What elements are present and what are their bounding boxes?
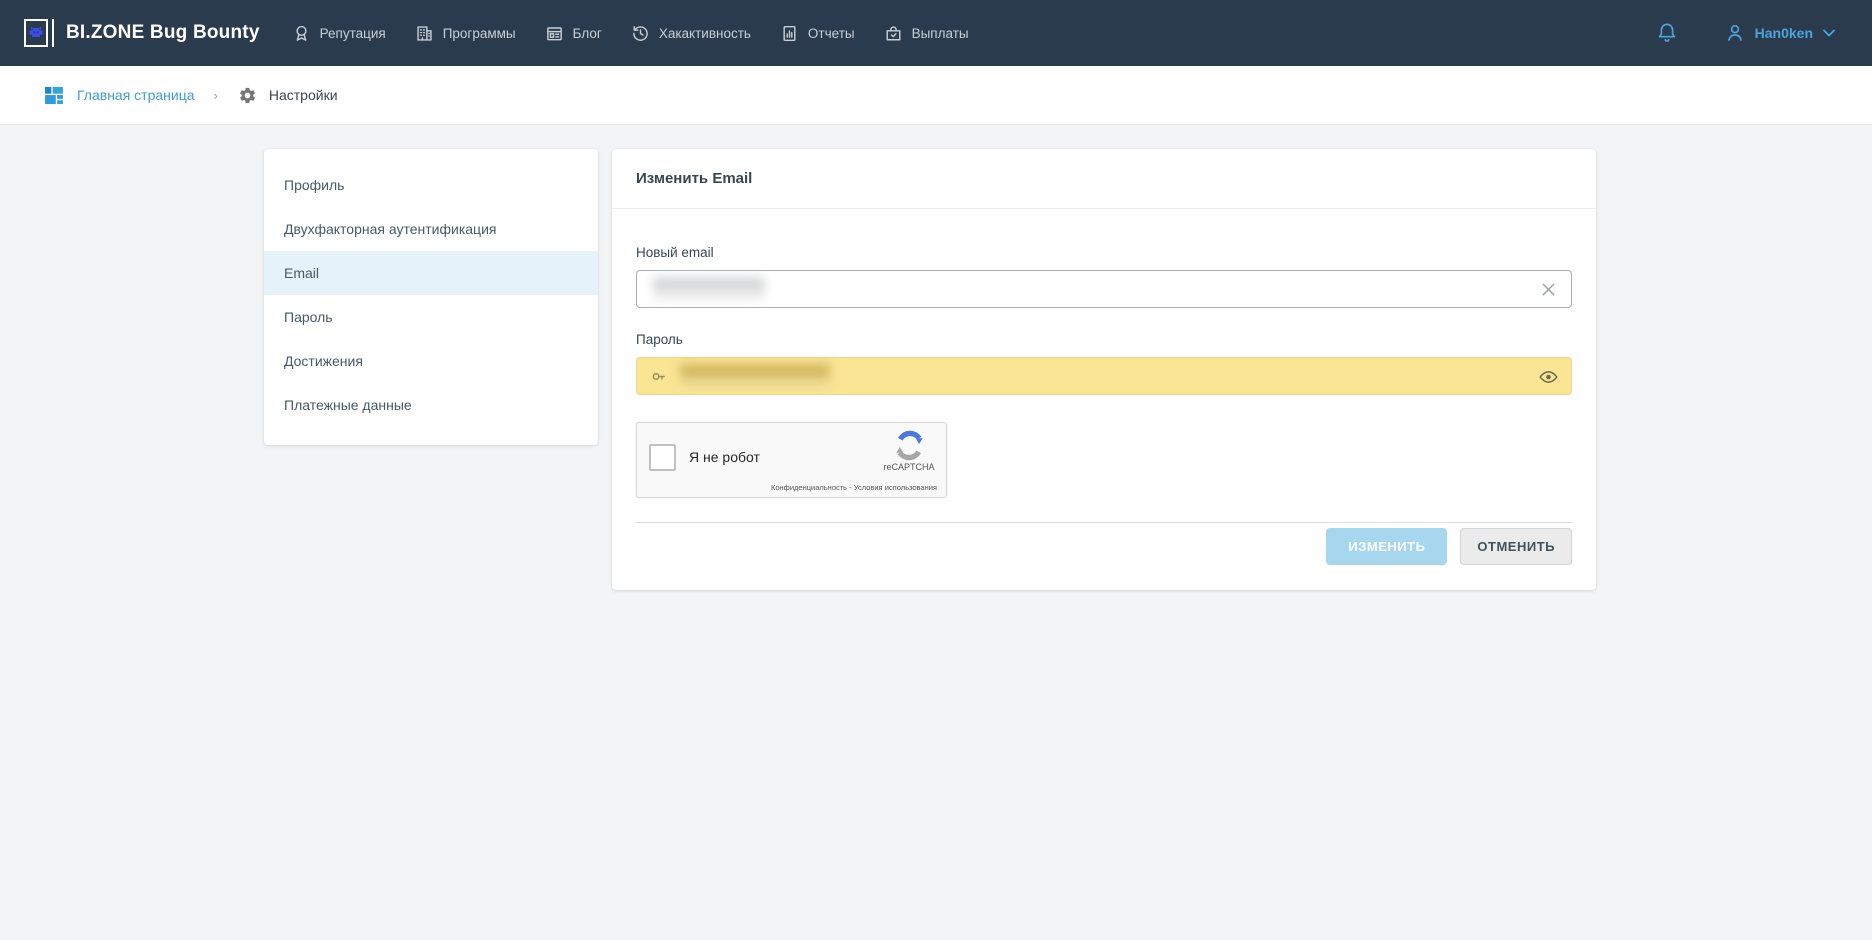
- recaptcha-label: Я не робот: [689, 449, 760, 465]
- user-menu[interactable]: Han0ken: [1724, 22, 1836, 44]
- email-label: Новый email: [636, 245, 1572, 260]
- chevron-down-icon: [1822, 28, 1836, 38]
- cancel-button[interactable]: ОТМЕНИТЬ: [1460, 528, 1572, 565]
- breadcrumb-current: Настройки: [269, 87, 338, 103]
- payout-icon: [884, 24, 903, 43]
- sidebar-item-email[interactable]: Email: [264, 251, 598, 295]
- nav-label: Хакактивность: [659, 26, 751, 41]
- nav-label: Отчеты: [808, 26, 855, 41]
- building-icon: [415, 24, 434, 43]
- sidebar-item-profile[interactable]: Профиль: [264, 163, 598, 207]
- sidebar-item-achievements[interactable]: Достижения: [264, 339, 598, 383]
- password-input[interactable]: [636, 357, 1572, 395]
- change-email-panel: Изменить Email Новый email Пароль: [612, 149, 1596, 590]
- top-navbar: BI.ZONE Bug Bounty Репутация Програм: [0, 0, 1872, 66]
- main-menu: Репутация Программы: [292, 24, 969, 43]
- navbar-right: Han0ken: [1656, 21, 1836, 45]
- newspaper-icon: [545, 24, 564, 43]
- recaptcha-legal-links[interactable]: Конфиденциальность - Условия использован…: [771, 483, 937, 492]
- panel-title: Изменить Email: [612, 149, 1596, 209]
- nav-label: Репутация: [320, 26, 386, 41]
- submit-button[interactable]: ИЗМЕНИТЬ: [1326, 528, 1447, 565]
- nav-label: Выплаты: [912, 26, 969, 41]
- breadcrumb-separator: ›: [214, 88, 218, 103]
- username: Han0ken: [1755, 25, 1813, 41]
- gear-icon: [238, 86, 257, 105]
- recaptcha-brand: reCAPTCHA: [881, 462, 937, 472]
- recaptcha-logo-column: reCAPTCHA: [881, 430, 937, 472]
- bug-logo-icon: [24, 19, 48, 47]
- nav-item-reputation[interactable]: Репутация: [292, 24, 386, 43]
- nav-item-hacktivity[interactable]: Хакактивность: [631, 24, 751, 43]
- logo-divider: [52, 19, 54, 47]
- recaptcha-widget: Я не робот reCAPTCHA Конфиденциальность …: [636, 422, 947, 498]
- nav-item-payouts[interactable]: Выплаты: [884, 24, 969, 43]
- email-input[interactable]: [636, 270, 1572, 308]
- eye-icon[interactable]: [1538, 367, 1559, 387]
- panel-body: Новый email Пароль: [612, 245, 1596, 565]
- redacted-password-value: [680, 364, 830, 388]
- nav-item-blog[interactable]: Блог: [545, 24, 602, 43]
- medal-icon: [292, 24, 311, 43]
- panel-footer: ИЗМЕНИТЬ ОТМЕНИТЬ: [636, 523, 1572, 565]
- brand-title: BI.ZONE Bug Bounty: [66, 22, 260, 44]
- nav-item-reports[interactable]: Отчеты: [780, 24, 855, 43]
- brand-logo[interactable]: BI.ZONE Bug Bounty: [24, 19, 260, 47]
- sidebar-item-password[interactable]: Пароль: [264, 295, 598, 339]
- user-icon: [1724, 22, 1746, 44]
- redacted-email-value: [653, 277, 765, 301]
- breadcrumb: Главная страница › Настройки: [0, 66, 1872, 125]
- sidebar-item-2fa[interactable]: Двухфакторная аутентификация: [264, 207, 598, 251]
- clear-icon[interactable]: [1539, 280, 1558, 299]
- sidebar-item-payment-data[interactable]: Платежные данные: [264, 383, 598, 427]
- report-icon: [780, 24, 799, 43]
- recaptcha-checkbox[interactable]: [649, 444, 676, 471]
- breadcrumb-home-link[interactable]: Главная страница: [77, 87, 195, 103]
- key-icon: [651, 368, 668, 385]
- home-tiles-icon[interactable]: [45, 87, 63, 104]
- nav-label: Программы: [443, 26, 516, 41]
- nav-label: Блог: [573, 26, 602, 41]
- bell-icon[interactable]: [1656, 21, 1678, 45]
- password-label: Пароль: [636, 332, 1572, 347]
- recaptcha-logo-icon: [881, 430, 937, 461]
- history-icon: [631, 24, 650, 43]
- nav-item-programs[interactable]: Программы: [415, 24, 516, 43]
- settings-sidebar: Профиль Двухфакторная аутентификация Ema…: [264, 149, 598, 445]
